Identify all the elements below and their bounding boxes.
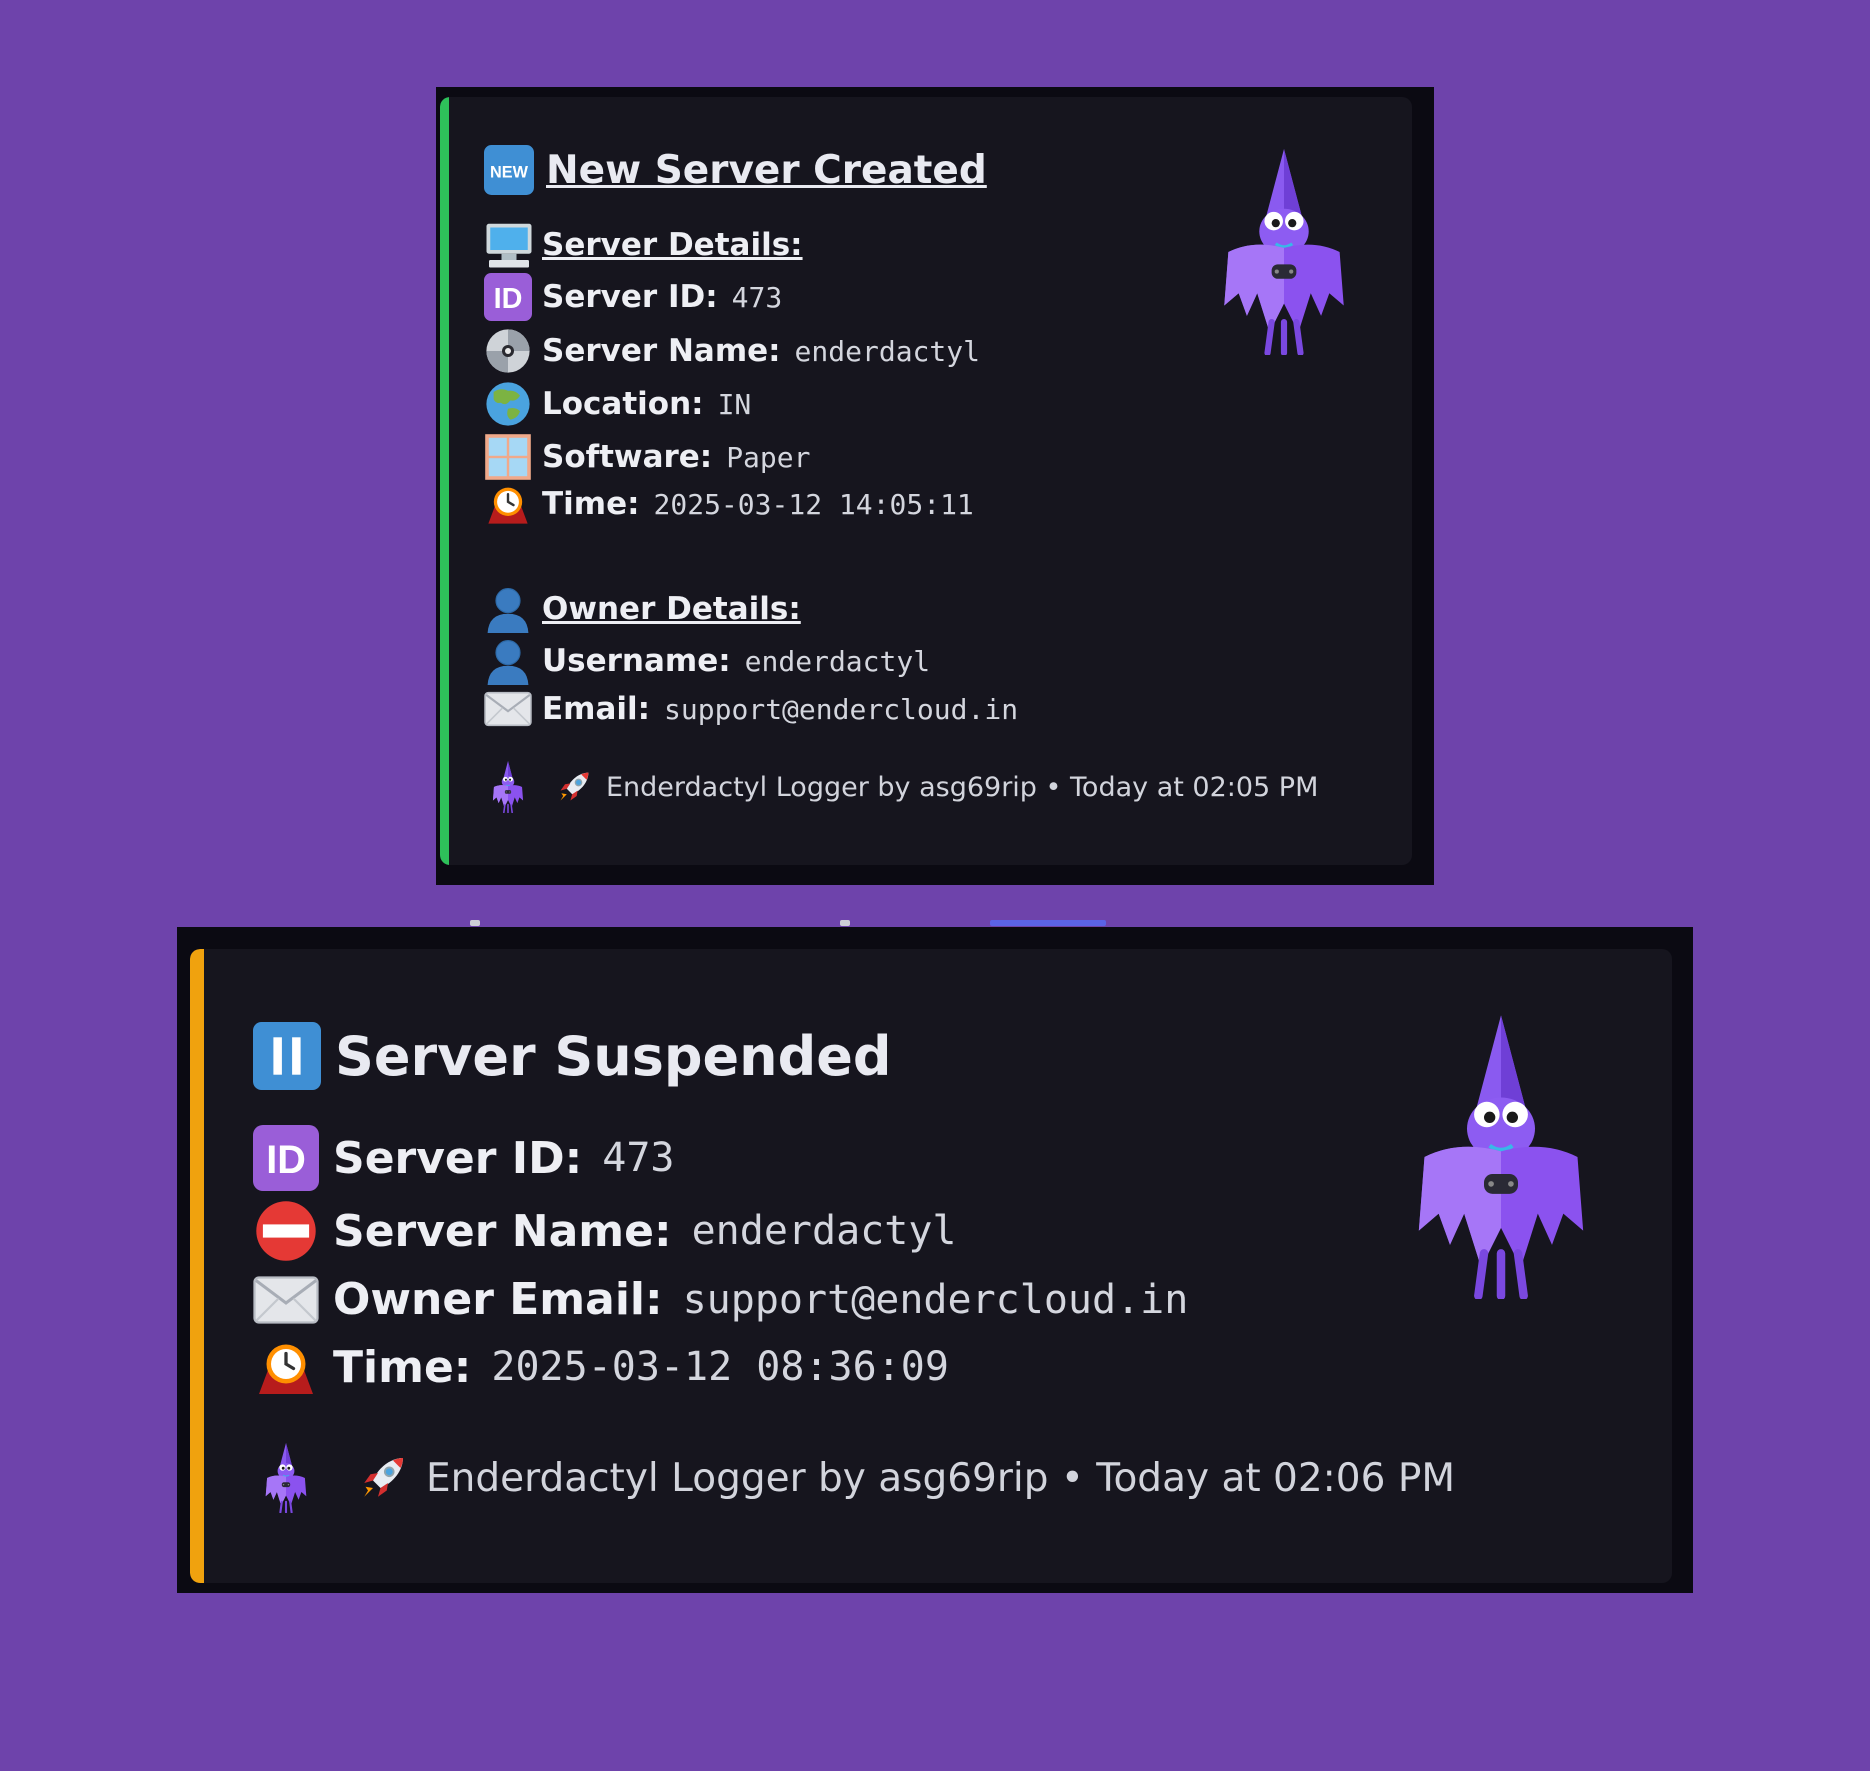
suspended-footer: Enderdactyl Logger by asg69rip • Today a… — [262, 1443, 1455, 1513]
created-time-value: 2025-03-12 14:05:11 — [653, 487, 974, 521]
suspended-embed-frame: Server Suspended Server ID: 473 Server N… — [177, 927, 1693, 1593]
id-button-icon — [484, 273, 532, 321]
created-server-id-row: Server ID: 473 — [484, 273, 782, 321]
id-button-icon — [253, 1125, 319, 1191]
created-email-value: support@endercloud.in — [664, 692, 1019, 726]
created-username-value: enderdactyl — [744, 644, 931, 678]
footer-avatar-icon — [262, 1443, 310, 1513]
owner-details-heading: Owner Details: — [542, 591, 801, 627]
created-email-row: Email: support@endercloud.in — [484, 691, 1018, 727]
created-title[interactable]: New Server Created — [546, 148, 987, 193]
suspended-time-row: Time: 2025-03-12 08:36:09 — [253, 1339, 949, 1395]
suspended-time-value: 2025-03-12 08:36:09 — [491, 1344, 949, 1390]
created-embed-frame: NEW New Server Created Server Details: S… — [436, 87, 1434, 885]
user-icon — [484, 637, 532, 685]
envelope-icon — [253, 1275, 319, 1325]
suspended-server-id-value: 473 — [602, 1135, 675, 1181]
no-entry-icon — [253, 1198, 319, 1264]
created-embed: NEW New Server Created Server Details: S… — [440, 97, 1412, 865]
window-icon — [484, 433, 532, 481]
suspended-server-id-label: Server ID: — [333, 1132, 583, 1184]
suspended-server-name-row: Server Name: enderdactyl — [253, 1198, 956, 1264]
footer-avatar-icon — [490, 761, 526, 813]
created-software-label: Software: — [542, 439, 713, 475]
new-button-emoji-icon: NEW — [484, 145, 534, 195]
bust-in-silhouette-icon — [484, 585, 532, 633]
created-server-name-row: Server Name: enderdactyl — [484, 327, 980, 375]
created-username-label: Username: — [542, 643, 731, 679]
svg-text:NEW: NEW — [490, 164, 529, 182]
server-details-heading-row: Server Details: — [484, 220, 803, 270]
created-footer-text: Enderdactyl Logger by asg69rip • Today a… — [606, 771, 1319, 803]
server-details-heading: Server Details: — [542, 227, 803, 263]
suspended-footer-text: Enderdactyl Logger by asg69rip • Today a… — [426, 1455, 1455, 1501]
created-title-row[interactable]: NEW New Server Created — [484, 145, 987, 195]
created-footer: Enderdactyl Logger by asg69rip • Today a… — [490, 761, 1318, 813]
created-server-name-label: Server Name: — [542, 333, 781, 369]
pause-button-icon — [253, 1022, 321, 1090]
created-time-row: Time: 2025-03-12 14:05:11 — [484, 484, 974, 524]
created-server-id-value: 473 — [731, 280, 783, 314]
suspended-server-name-value: enderdactyl — [691, 1208, 957, 1254]
owner-details-heading-row: Owner Details: — [484, 585, 801, 633]
desktop-computer-icon — [484, 220, 534, 270]
created-email-label: Email: — [542, 691, 651, 727]
globe-asia-icon — [484, 380, 532, 428]
suspended-title-row: Server Suspended — [253, 1022, 892, 1090]
rocket-icon — [556, 769, 592, 805]
created-thumbnail[interactable] — [1222, 149, 1346, 355]
suspended-title: Server Suspended — [335, 1024, 892, 1088]
created-server-name-value: enderdactyl — [794, 334, 980, 368]
created-accent-bar — [440, 97, 449, 865]
suspended-accent-bar — [190, 949, 204, 1583]
created-server-id-label: Server ID: — [542, 279, 718, 315]
suspended-thumbnail[interactable] — [1416, 1015, 1586, 1299]
suspended-owner-email-row: Owner Email: support@endercloud.in — [253, 1274, 1188, 1325]
created-time-label: Time: — [542, 486, 640, 522]
created-location-row: Location: IN — [484, 380, 751, 428]
pterodactyl-mascot-icon — [1222, 149, 1346, 355]
rocket-icon — [358, 1453, 408, 1503]
suspended-time-label: Time: — [333, 1341, 472, 1393]
pterodactyl-mascot-icon — [1416, 1015, 1586, 1299]
suspended-embed: Server Suspended Server ID: 473 Server N… — [190, 949, 1672, 1583]
optical-disc-icon — [484, 327, 532, 375]
suspended-server-id-row: Server ID: 473 — [253, 1125, 675, 1191]
suspended-owner-email-label: Owner Email: — [333, 1274, 663, 1325]
created-location-label: Location: — [542, 386, 704, 422]
created-software-row: Software: Paper — [484, 433, 811, 481]
alarm-clock-icon — [484, 484, 532, 524]
alarm-clock-icon — [253, 1339, 319, 1395]
created-software-value: Paper — [726, 440, 811, 474]
suspended-owner-email-value: support@endercloud.in — [682, 1276, 1189, 1323]
created-location-value: IN — [717, 387, 752, 421]
created-username-row: Username: enderdactyl — [484, 637, 930, 685]
suspended-server-name-label: Server Name: — [333, 1205, 672, 1257]
envelope-icon — [484, 691, 532, 727]
